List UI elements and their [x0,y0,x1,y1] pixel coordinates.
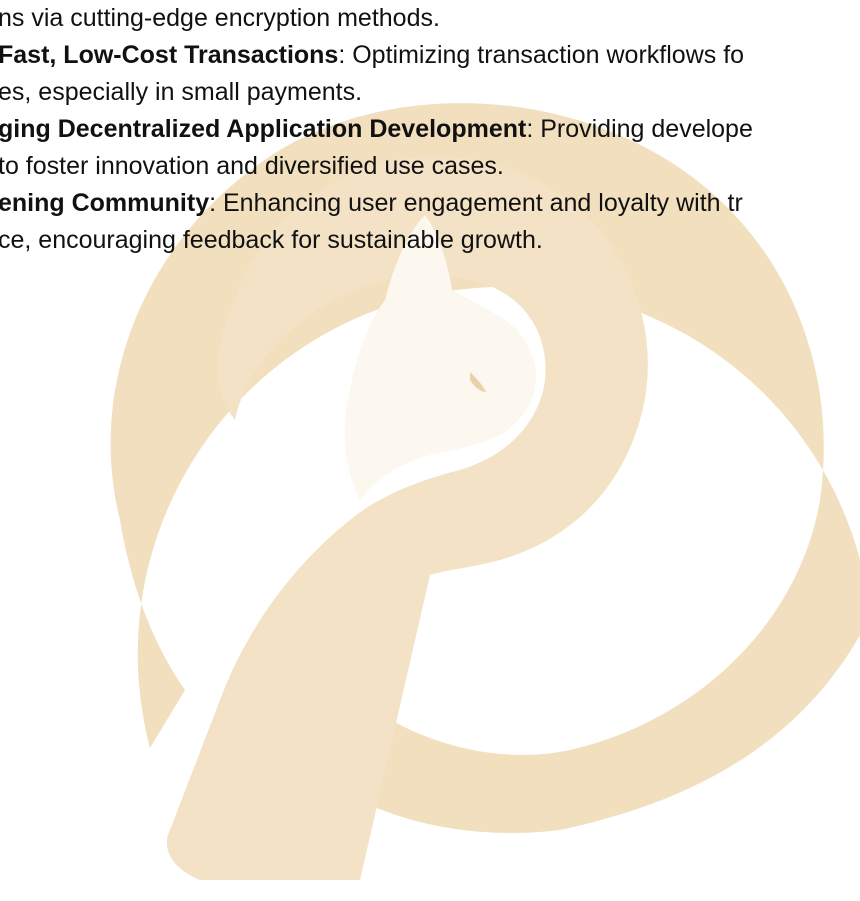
text-line-small-payments: es, especially in small payments. [0,76,362,108]
line-bold-heading: ging Decentralized Application Developme… [0,115,527,143]
line-bold-heading: Fast, Low-Cost Transactions [0,41,339,69]
line-text: : Optimizing transaction workflows fo [338,41,745,69]
text-line-dapp-development: ging Decentralized Application Developme… [0,113,753,145]
line-text: to foster innovation and diversified use… [0,152,504,180]
document-body: ns via cutting-edge encryption methods. … [0,0,860,300]
line-text: : Enhancing user engagement and loyalty … [209,189,743,217]
text-line-feedback: ce, encouraging feedback for sustainable… [0,224,543,256]
text-line-innovation: to foster innovation and diversified use… [0,150,504,182]
line-text: ns via cutting-edge encryption methods. [0,4,440,32]
text-line-community: ening Community: Enhancing user engageme… [0,187,743,219]
text-line-encryption: ns via cutting-edge encryption methods. [0,2,440,34]
text-line-fast-transactions: Fast, Low-Cost Transactions: Optimizing … [0,39,744,71]
line-text: ce, encouraging feedback for sustainable… [0,226,543,254]
line-text: : Providing develope [526,115,753,143]
line-text: es, especially in small payments. [0,78,363,106]
line-bold-heading: ening Community [0,189,210,217]
